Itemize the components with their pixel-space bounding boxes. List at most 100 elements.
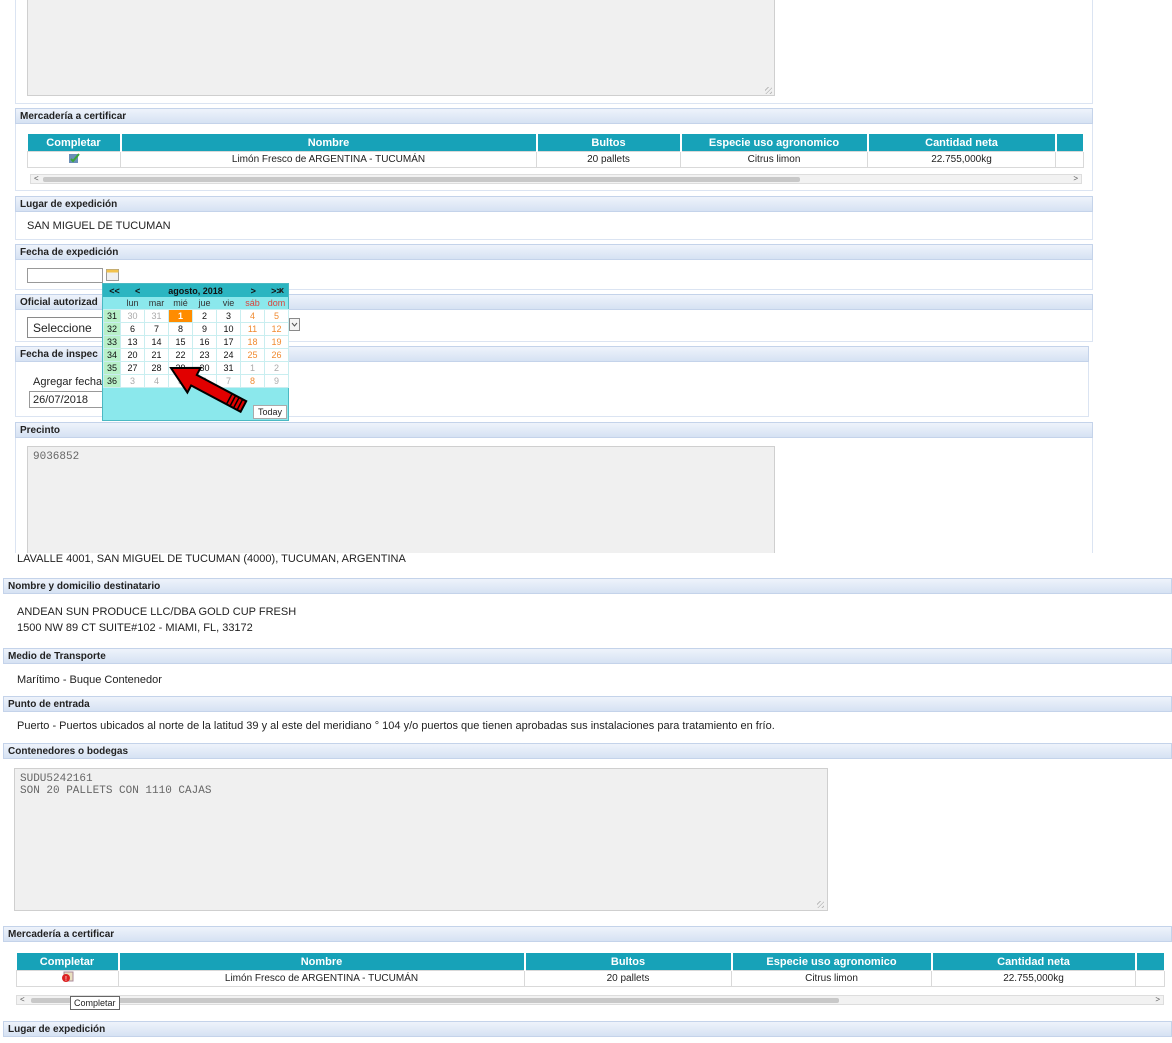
scroll-left-icon[interactable]: <	[34, 174, 39, 183]
col-nombre[interactable]: Nombre	[118, 953, 526, 971]
nombre-cell: Limón Fresco de ARGENTINA - TUCUMÁN	[120, 151, 537, 168]
calendar-title: agosto, 2018	[149, 284, 242, 297]
completar-cell[interactable]	[27, 151, 121, 168]
calendar-day[interactable]: 30	[120, 309, 145, 323]
punto-value: Puerto - Puertos ubicados al norte de la…	[17, 720, 775, 732]
calendar-day[interactable]: 26	[264, 348, 289, 362]
edit-check-icon[interactable]	[68, 152, 80, 164]
next-month-button[interactable]: >	[241, 284, 265, 297]
calendar-day[interactable]: 8	[168, 322, 193, 336]
calendar-day[interactable]: 3	[120, 374, 145, 388]
week-number: 35	[103, 361, 121, 375]
calendar-day[interactable]: 16	[192, 335, 217, 349]
fecha-exp-header: Fecha de expedición	[15, 244, 1093, 260]
today-button[interactable]: Today	[253, 405, 287, 419]
calendar-day[interactable]: 14	[144, 335, 169, 349]
calendar-day-name: mié	[173, 298, 188, 308]
calendar-day[interactable]: 31	[144, 309, 169, 323]
fecha-exp-input[interactable]	[27, 268, 103, 283]
scroll-right-icon[interactable]: >	[1155, 995, 1160, 1004]
calendar-close-button[interactable]: x	[279, 284, 284, 297]
scroll-thumb[interactable]	[43, 177, 800, 182]
prev-year-button[interactable]: <<	[103, 284, 127, 297]
calendar-icon[interactable]	[106, 269, 119, 281]
destinatario-line2: 1500 NW 89 CT SUITE#102 - MIAMI, FL, 331…	[17, 622, 253, 634]
resize-grip-icon[interactable]	[817, 901, 824, 908]
calendar-day[interactable]: 9	[264, 374, 289, 388]
next-year-button[interactable]: >>	[264, 284, 288, 297]
top-table-scrollbar[interactable]: < >	[30, 174, 1082, 184]
calendar-day[interactable]: 13	[120, 335, 145, 349]
col-completar[interactable]: Completar	[16, 953, 120, 971]
calendar-day[interactable]: 6	[120, 322, 145, 336]
top-mercaderia-table: Completar Nombre Bultos Especie uso agro…	[27, 134, 1085, 168]
lugar-value: SAN MIGUEL DE TUCUMAN	[27, 220, 171, 232]
svg-text:!: !	[65, 976, 67, 983]
col-nombre[interactable]: Nombre	[120, 134, 538, 152]
destinatario-header: Nombre y domicilio destinatario	[3, 578, 1172, 594]
calendar-day[interactable]: 11	[240, 322, 265, 336]
calendar-day[interactable]: 20	[120, 348, 145, 362]
col-bultos[interactable]: Bultos	[524, 953, 733, 971]
calendar-day[interactable]: 10	[216, 322, 241, 336]
col-bultos[interactable]: Bultos	[536, 134, 682, 152]
calendar-day[interactable]: 5	[264, 309, 289, 323]
bultos-cell: 20 pallets	[524, 970, 732, 987]
calendar-day-name: lun	[126, 298, 139, 308]
calendar-week-row: 31 30 31 1 2 3 4 5	[103, 309, 289, 323]
calendar-day-name: mar	[148, 298, 165, 308]
calendar-day-name: sáb	[245, 298, 260, 308]
top-lugar-header: Lugar de expedición	[15, 196, 1093, 212]
contenedores-textarea[interactable]: SUDU5242161 SON 20 PALLETS CON 1110 CAJA…	[14, 768, 828, 911]
bottom-table-scrollbar[interactable]: < >	[16, 995, 1164, 1005]
error-edit-icon[interactable]: !	[61, 971, 75, 983]
completar-cell[interactable]: !	[16, 970, 119, 987]
oficial-select-arrow[interactable]	[289, 318, 300, 331]
scroll-right-icon[interactable]: >	[1073, 174, 1078, 183]
calendar-day[interactable]: 21	[144, 348, 169, 362]
col-especie[interactable]: Especie uso agronomico	[680, 134, 869, 152]
chevron-down-icon	[291, 322, 298, 327]
calendar-day[interactable]: 2	[192, 309, 217, 323]
table-header-row: Completar Nombre Bultos Especie uso agro…	[27, 134, 1085, 152]
calendar-week-row: 33 13 14 15 16 17 18 19	[103, 335, 289, 349]
col-spacer	[1055, 134, 1085, 152]
calendar-day[interactable]: 7	[144, 322, 169, 336]
calendar-day[interactable]: 15	[168, 335, 193, 349]
calendar-day[interactable]: 3	[216, 309, 241, 323]
resize-grip-icon[interactable]	[765, 87, 772, 94]
red-arrow-annotation	[169, 366, 248, 414]
col-cantidad[interactable]: Cantidad neta	[867, 134, 1057, 152]
calendar-day[interactable]: 17	[216, 335, 241, 349]
scroll-left-icon[interactable]: <	[20, 995, 25, 1004]
top-textarea[interactable]	[27, 0, 775, 96]
bottom-mercaderia-header: Mercadería a certificar	[3, 926, 1172, 942]
agregar-fecha-input[interactable]: 26/07/2018	[29, 391, 103, 408]
col-cantidad[interactable]: Cantidad neta	[931, 953, 1137, 971]
cantidad-cell: 22.755,000kg	[931, 970, 1136, 987]
calendar-day[interactable]: 9	[192, 322, 217, 336]
week-number: 31	[103, 309, 121, 323]
scroll-thumb[interactable]	[31, 998, 839, 1003]
precinto-textarea[interactable]: 9036852	[27, 446, 775, 553]
calendar-day[interactable]: 27	[120, 361, 145, 375]
col-especie[interactable]: Especie uso agronomico	[731, 953, 933, 971]
calendar-day[interactable]: 4	[240, 309, 265, 323]
calendar-day[interactable]: 12	[264, 322, 289, 336]
calendar-day[interactable]: 1	[168, 309, 193, 323]
calendar-week-row: 32 6 7 8 9 10 11 12	[103, 322, 289, 336]
col-completar[interactable]: Completar	[27, 134, 122, 152]
table-row: ! Limón Fresco de ARGENTINA - TUCUMÁN 20…	[16, 970, 1165, 987]
calendar-day[interactable]: 28	[144, 361, 169, 375]
transporte-value: Marítimo - Buque Contenedor	[17, 674, 162, 686]
prev-month-button[interactable]: <	[126, 284, 150, 297]
calendar-day[interactable]: 2	[264, 361, 289, 375]
oficial-select[interactable]: Seleccione	[27, 317, 112, 338]
calendar-day[interactable]: 4	[144, 374, 169, 388]
calendar-day-name: jue	[198, 298, 211, 308]
calendar-day[interactable]: 18	[240, 335, 265, 349]
calendar-day-names: lun mar mié jue vie sáb dom	[104, 297, 289, 310]
calendar-day[interactable]: 19	[264, 335, 289, 349]
calendar-nav: << < agosto, 2018 > >>	[103, 284, 288, 297]
week-number: 36	[103, 374, 121, 388]
